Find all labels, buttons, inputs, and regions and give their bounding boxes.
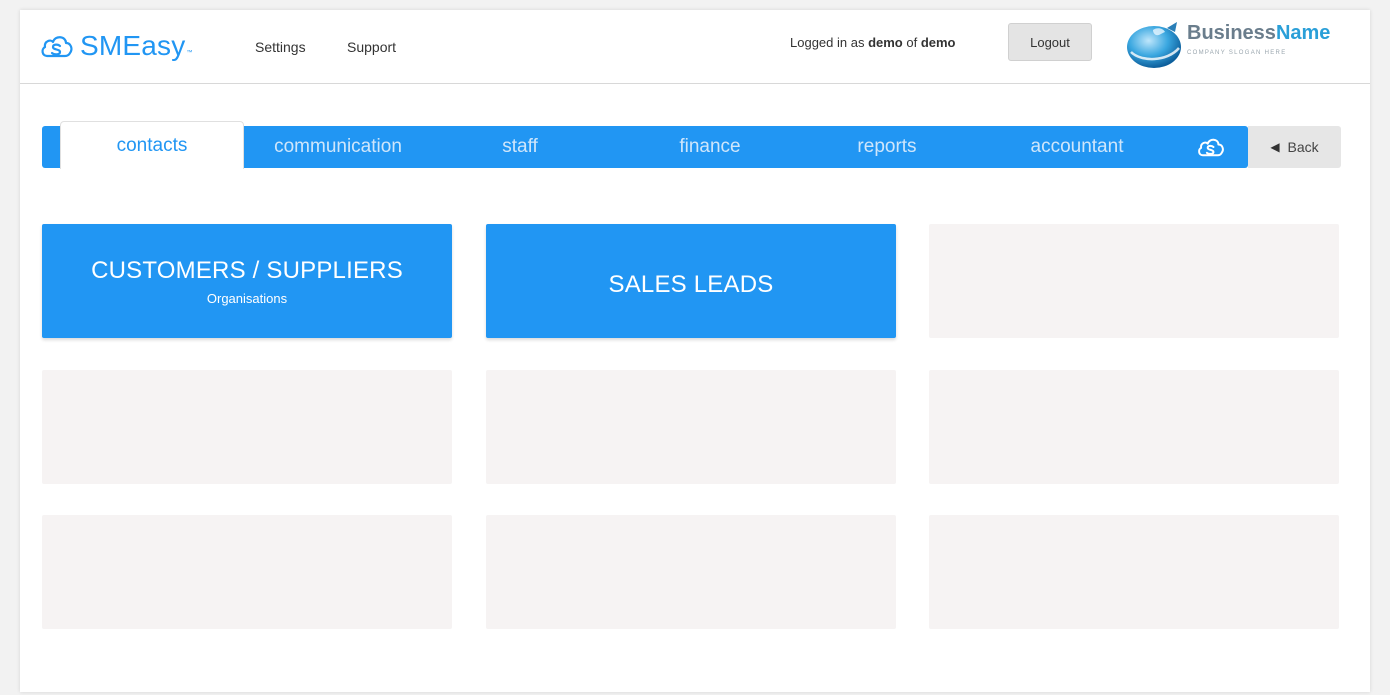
business-name-part1: Business bbox=[1187, 22, 1276, 44]
main-nav: contacts communication staff finance rep… bbox=[42, 121, 1248, 169]
logout-button[interactable]: Logout bbox=[1008, 23, 1092, 61]
empty-tile bbox=[486, 515, 896, 629]
empty-tile bbox=[929, 224, 1339, 338]
settings-link[interactable]: Settings bbox=[255, 39, 306, 55]
tab-contacts[interactable]: contacts bbox=[60, 121, 244, 169]
customers-suppliers-tile[interactable]: CUSTOMERS / SUPPLIERS Organisations bbox=[42, 224, 452, 338]
tab-finance[interactable]: finance bbox=[630, 126, 790, 168]
tab-reports[interactable]: reports bbox=[807, 126, 967, 168]
cloud-logo-icon bbox=[40, 31, 74, 61]
tile-subtitle: Organisations bbox=[206, 290, 288, 306]
empty-tile bbox=[929, 370, 1339, 484]
tab-communication[interactable]: communication bbox=[246, 126, 430, 168]
empty-tile bbox=[42, 515, 452, 629]
app-page: SMEasy ™ Settings Support Logged in as d… bbox=[20, 10, 1370, 692]
logo-trademark: ™ bbox=[186, 50, 193, 56]
sales-leads-tile[interactable]: SALES LEADS bbox=[486, 224, 896, 338]
logged-in-user: demo bbox=[868, 35, 903, 50]
logged-in-status: Logged in as demo of demo bbox=[790, 35, 956, 50]
tile-title: SALES LEADS bbox=[608, 271, 774, 298]
top-header: SMEasy ™ Settings Support Logged in as d… bbox=[20, 10, 1370, 84]
business-name: BusinessName bbox=[1187, 22, 1330, 45]
company-slogan: COMPANY SLOGAN HERE bbox=[1187, 50, 1287, 56]
logo-text: SMEasy bbox=[80, 30, 186, 61]
logged-in-prefix: Logged in as bbox=[790, 35, 869, 50]
tab-staff[interactable]: staff bbox=[440, 126, 600, 168]
logged-in-org: demo bbox=[920, 35, 956, 50]
tab-accountant[interactable]: accountant bbox=[992, 126, 1162, 168]
back-button[interactable]: ◀ Back bbox=[1248, 126, 1341, 168]
empty-tile bbox=[42, 370, 452, 484]
back-label: Back bbox=[1287, 139, 1319, 155]
empty-tile bbox=[486, 370, 896, 484]
business-logo: BusinessName COMPANY SLOGAN HERE bbox=[1123, 16, 1338, 72]
business-name-part2: Name bbox=[1275, 22, 1331, 44]
tile-title: CUSTOMERS / SUPPLIERS bbox=[91, 256, 403, 284]
empty-tile bbox=[929, 515, 1339, 629]
support-link[interactable]: Support bbox=[347, 39, 396, 55]
logged-in-mid: of bbox=[902, 35, 921, 50]
back-arrow-icon: ◀ bbox=[1270, 140, 1280, 154]
cloud-icon[interactable] bbox=[1197, 133, 1225, 161]
globe-logo-icon bbox=[1123, 18, 1185, 75]
smeasy-logo[interactable]: SMEasy ™ bbox=[40, 28, 192, 64]
